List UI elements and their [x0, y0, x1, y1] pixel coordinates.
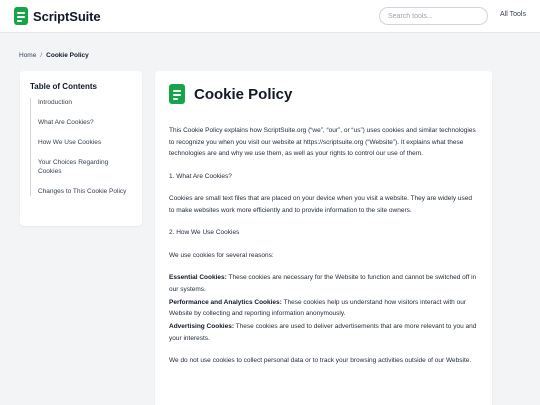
section-paragraph: Cookies are small text files that are pl… [169, 195, 473, 214]
cookie-type-item: Performance and Analytics Cookies: These… [169, 297, 478, 320]
toc-item-how-we-use-cookies[interactable]: How We Use Cookies [38, 138, 132, 147]
table-of-contents: Table of Contents Introduction What Are … [20, 71, 142, 226]
cookie-type-name: Advertising Cookies: [169, 323, 235, 330]
toc-item-changes[interactable]: Changes to This Cookie Policy [38, 187, 132, 196]
logo-text: ScriptSuite [33, 8, 101, 24]
search-input[interactable] [379, 7, 488, 25]
breadcrumb-separator: / [40, 52, 43, 59]
cookie-type-name: Essential Cookies: [169, 274, 227, 281]
policy-content-card: Cookie Policy This Cookie Policy explain… [155, 71, 492, 405]
intro-paragraph: This Cookie Policy explains how ScriptSu… [169, 127, 476, 157]
document-icon [169, 84, 185, 104]
toc-list: Introduction What Are Cookies? How We Us… [30, 98, 132, 196]
policy-text: This Cookie Policy explains how ScriptSu… [169, 125, 478, 367]
toc-title: Table of Contents [30, 82, 97, 91]
section-heading: 1. What Are Cookies? [169, 172, 232, 180]
breadcrumb: Home / Cookie Policy [19, 52, 89, 59]
toc-item-what-are-cookies[interactable]: What Are Cookies? [38, 118, 132, 127]
section-lead: We use cookies for several reasons: [169, 251, 274, 259]
cookie-type-name: Performance and Analytics Cookies: [169, 298, 282, 306]
cookie-type-item: Advertising Cookies: These cookies are u… [169, 321, 478, 344]
breadcrumb-home[interactable]: Home [19, 52, 36, 59]
title-row: Cookie Policy [169, 84, 478, 104]
closing-paragraph: We do not use cookies to collect persona… [169, 357, 472, 364]
cookie-type-item: Essential Cookies: These cookies are nec… [169, 272, 478, 295]
site-logo[interactable]: ScriptSuite [14, 7, 101, 25]
site-header: ScriptSuite All Tools [0, 0, 540, 33]
all-tools-link[interactable]: All Tools [500, 11, 526, 18]
document-icon [14, 7, 28, 25]
page-title: Cookie Policy [194, 85, 293, 103]
toc-item-introduction[interactable]: Introduction [38, 98, 132, 107]
breadcrumb-current: Cookie Policy [46, 52, 89, 59]
section-heading: 2. How We Use Cookies [169, 229, 240, 236]
toc-item-your-choices[interactable]: Your Choices Regarding Cookies [38, 158, 132, 176]
